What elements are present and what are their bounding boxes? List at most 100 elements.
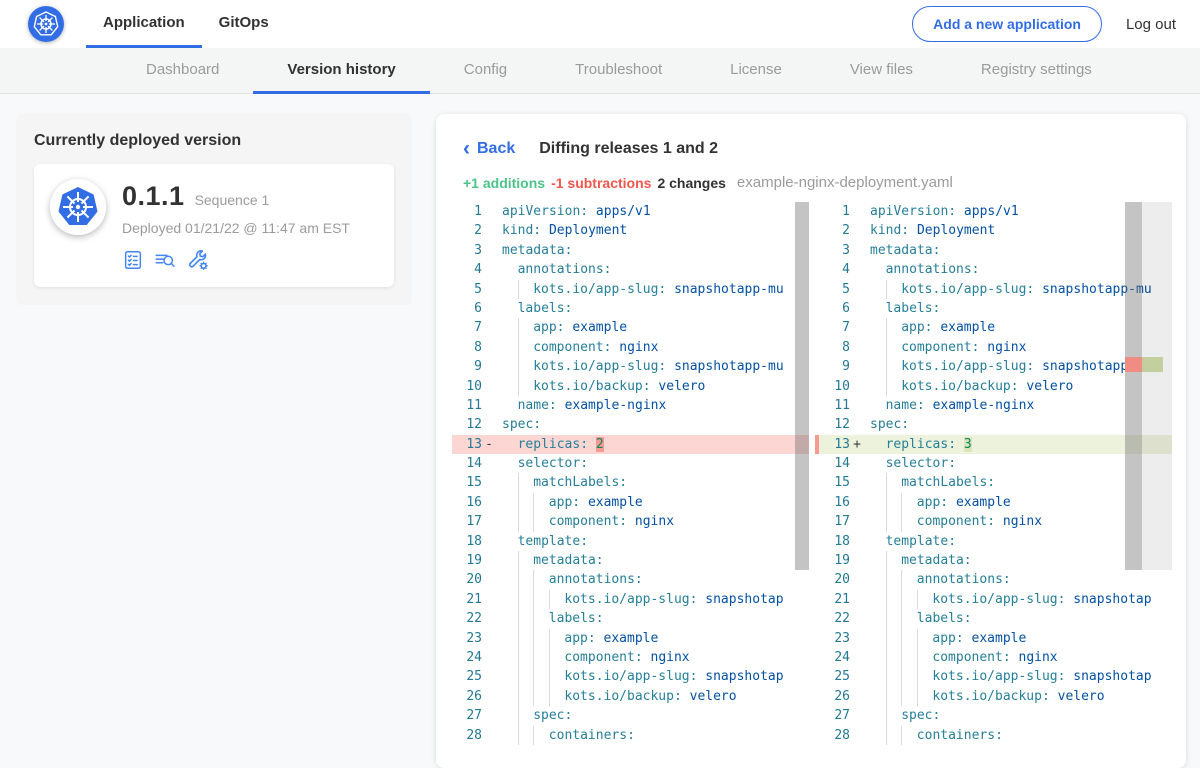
gutter: 11 <box>452 396 496 415</box>
line-number: 11 <box>452 396 482 415</box>
line-number: 4 <box>452 260 482 279</box>
line-number: 4 <box>820 260 850 279</box>
yaml-value: example <box>972 631 1027 646</box>
code-text: component: nginx <box>864 512 1042 531</box>
line-number: 9 <box>452 357 482 376</box>
checklist-icon[interactable] <box>122 249 144 271</box>
gutter: 14 <box>452 454 496 473</box>
yaml-key: component: <box>549 514 627 529</box>
subnav-dashboard[interactable]: Dashboard <box>112 48 253 94</box>
yaml-value: Deployment <box>549 223 627 238</box>
gutter: 8 <box>452 338 496 357</box>
gutter: 17 <box>820 512 864 531</box>
yaml-key: containers: <box>549 728 635 743</box>
subnav-version-history[interactable]: Version history <box>253 48 429 94</box>
code-text: component: nginx <box>864 648 1058 667</box>
yaml-key: name: <box>518 398 557 413</box>
yaml-key: annotations: <box>917 572 1011 587</box>
code-text: component: nginx <box>864 338 1026 357</box>
add-application-button[interactable]: Add a new application <box>912 6 1102 42</box>
yaml-value: nginx <box>619 340 658 355</box>
yaml-key: kots.io/app-slug: <box>533 282 666 297</box>
deployed-version-tile: 0.1.1 Sequence 1 Deployed 01/21/22 @ 11:… <box>34 164 394 287</box>
yaml-key: replicas: <box>518 437 588 452</box>
indent-guides <box>870 435 886 454</box>
code-text: kots.io/app-slug: snapshotap <box>496 590 784 609</box>
tab-gitops[interactable]: GitOps <box>202 0 286 48</box>
yaml-key: app: <box>917 495 948 510</box>
yaml-key: name: <box>886 398 925 413</box>
diff-sign <box>850 338 864 357</box>
gutter: 5 <box>820 280 864 299</box>
changes-count: 2 changes <box>657 175 725 191</box>
code-text: metadata: <box>496 551 604 570</box>
code-line: 28containers: <box>452 726 809 745</box>
scrollbar-thumb[interactable] <box>795 202 809 570</box>
code-text: kots.io/app-slug: snapshotap <box>864 590 1152 609</box>
indent-guides <box>870 629 932 648</box>
code-text: template: <box>496 532 588 551</box>
line-number: 27 <box>820 706 850 725</box>
code-line: 11name: example-nginx <box>452 396 809 415</box>
code-text: app: example <box>864 629 1026 648</box>
line-number: 20 <box>820 570 850 589</box>
subnav-view-files[interactable]: View files <box>816 48 947 94</box>
code-text: spec: <box>864 415 909 434</box>
yaml-key: annotations: <box>549 572 643 587</box>
diff-sign <box>482 551 496 570</box>
subnav-registry-settings[interactable]: Registry settings <box>947 48 1126 94</box>
view-logs-icon[interactable] <box>153 249 177 271</box>
subnav-troubleshoot[interactable]: Troubleshoot <box>541 48 696 94</box>
yaml-key: metadata: <box>870 243 940 258</box>
code-line: 10kots.io/backup: velero <box>815 377 1172 396</box>
yaml-key: selector: <box>518 456 588 471</box>
additions-count: +1 additions <box>463 175 545 191</box>
back-link[interactable]: ‹ Back <box>463 138 515 159</box>
yaml-key: kots.io/app-slug: <box>533 359 666 374</box>
diff-panel-modified[interactable]: 1apiVersion: apps/v12kind: Deployment3me… <box>815 202 1172 764</box>
app-kubernetes-logo-icon <box>50 179 106 235</box>
gutter: 4 <box>452 260 496 279</box>
yaml-value: snapshotap <box>1073 592 1151 607</box>
edit-config-icon[interactable] <box>186 248 210 272</box>
gutter: 18 <box>452 532 496 551</box>
code-line: 8component: nginx <box>815 338 1172 357</box>
yaml-key: component: <box>533 340 611 355</box>
diff-sign <box>482 202 496 221</box>
diff-sign <box>482 570 496 589</box>
code-text: replicas: 3 <box>864 435 972 454</box>
code-text: selector: <box>496 454 588 473</box>
top-bar-actions: Add a new application Log out <box>912 6 1176 42</box>
diff-sign <box>482 377 496 396</box>
diff-panels: 1apiVersion: apps/v12kind: Deployment3me… <box>452 202 1172 764</box>
diff-sign <box>850 377 864 396</box>
subnav-config[interactable]: Config <box>430 48 541 94</box>
code-line: 9kots.io/app-slug: snapshotapp-mu <box>815 357 1172 376</box>
overview-ruler-added-mark <box>1142 357 1163 372</box>
yaml-key: labels: <box>518 301 573 316</box>
gutter: 12 <box>452 415 496 434</box>
gutter: 25 <box>452 667 496 686</box>
indent-guides <box>870 590 932 609</box>
code-text: spec: <box>496 415 541 434</box>
subnav-license[interactable]: License <box>696 48 816 94</box>
line-number: 13 <box>452 435 482 454</box>
diff-sign <box>482 318 496 337</box>
yaml-key: annotations: <box>886 262 980 277</box>
diff-sign <box>482 493 496 512</box>
code-text: kind: Deployment <box>496 221 627 240</box>
version-action-icons <box>122 248 350 272</box>
diff-header: ‹ Back Diffing releases 1 and 2 <box>452 138 1172 159</box>
diff-sign <box>482 338 496 357</box>
indent-guides <box>870 260 886 279</box>
logout-link[interactable]: Log out <box>1126 16 1176 33</box>
diff-panel-original[interactable]: 1apiVersion: apps/v12kind: Deployment3me… <box>452 202 809 764</box>
code-rows: 1apiVersion: apps/v12kind: Deployment3me… <box>452 202 809 745</box>
diff-sign <box>850 629 864 648</box>
line-number: 24 <box>452 648 482 667</box>
scrollbar-thumb[interactable] <box>1125 202 1142 570</box>
indent-guides <box>870 396 886 415</box>
tab-application[interactable]: Application <box>86 0 202 48</box>
indent-guides <box>870 667 932 686</box>
diff-sign <box>482 667 496 686</box>
